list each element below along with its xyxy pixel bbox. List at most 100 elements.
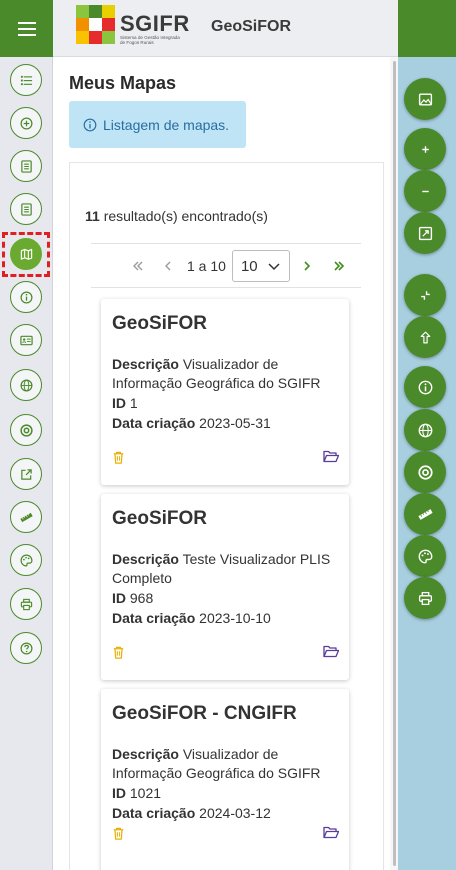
next-page-button[interactable] — [296, 255, 318, 277]
help-icon — [20, 642, 32, 654]
zoom-in-button[interactable] — [404, 128, 446, 170]
folder-open-icon[interactable] — [323, 826, 339, 839]
divider — [91, 243, 361, 244]
last-page-button[interactable] — [328, 255, 350, 277]
map-card-title: GeoSiFOR — [112, 508, 208, 529]
trash-icon[interactable] — [111, 645, 126, 660]
folder-open-icon[interactable] — [323, 645, 339, 658]
chevron-down-icon — [268, 263, 280, 271]
page-range: 1 a 10 — [187, 258, 226, 274]
date-label: Data criação — [112, 805, 196, 821]
sidebar-item-print[interactable] — [10, 588, 42, 620]
collapse-button[interactable] — [404, 274, 446, 316]
id-label: ID — [112, 395, 126, 411]
sidebar-item-document[interactable] — [10, 150, 42, 182]
fit-extent-button[interactable] — [404, 212, 446, 254]
app-title: GeoSiFOR — [211, 18, 292, 35]
logo-mark-icon — [76, 5, 116, 45]
globe-button[interactable] — [404, 409, 446, 451]
map-card[interactable]: GeoSiFOR Descrição Teste Visualizador PL… — [101, 494, 349, 680]
zoom-in-icon — [421, 145, 429, 153]
info-icon — [83, 118, 97, 131]
sidebar-item-external[interactable] — [10, 458, 42, 490]
map-date: 2023-10-10 — [199, 610, 271, 626]
globe-icon — [20, 379, 32, 391]
id-card-icon — [19, 335, 33, 345]
zoom-out-icon — [421, 190, 429, 192]
sidebar-item-list[interactable] — [10, 64, 42, 96]
page-size-select[interactable]: 10 — [231, 250, 290, 282]
logo-subtitle: Sistema de Gestão Integrada de Fogos Rur… — [120, 35, 180, 45]
description-label: Descrição — [112, 746, 179, 762]
left-sidebar — [0, 57, 53, 870]
palette-icon — [418, 549, 432, 563]
sidebar-item-info[interactable] — [10, 281, 42, 313]
info-icon — [418, 380, 432, 394]
trash-icon[interactable] — [111, 450, 126, 465]
pagination: 1 a 10 10 — [127, 249, 350, 283]
page-size-value: 10 — [240, 257, 258, 275]
description-label: Descrição — [112, 356, 179, 372]
map-id: 1 — [129, 395, 138, 411]
date-label: Data criação — [112, 415, 196, 431]
main-panel: Meus Mapas Listagem de mapas. 11 resulta… — [53, 57, 398, 870]
target-button[interactable] — [404, 451, 446, 493]
sidebar-item-palette[interactable] — [10, 544, 42, 576]
fit-extent-icon — [418, 226, 432, 240]
zoom-out-button[interactable] — [404, 170, 446, 212]
chevron-left-icon — [165, 261, 171, 271]
document-icon — [20, 159, 32, 173]
map-card[interactable]: GeoSiFOR Descrição Visualizador de Infor… — [101, 299, 349, 485]
prev-page-button[interactable] — [157, 255, 179, 277]
print-icon — [20, 598, 32, 610]
print-button[interactable] — [404, 577, 446, 619]
sidebar-item-globe[interactable] — [10, 369, 42, 401]
id-label: ID — [112, 785, 126, 801]
page-title: Meus Mapas — [69, 73, 177, 93]
arrow-up-icon — [420, 331, 430, 343]
sidebar-item-ruler[interactable] — [10, 501, 42, 533]
info-alert: Listagem de mapas. — [69, 101, 246, 148]
image-button[interactable] — [404, 78, 446, 120]
sidebar-item-target[interactable] — [10, 414, 42, 446]
map-card-title: GeoSiFOR - CNGIFR — [112, 703, 297, 724]
result-count-number: 11 — [85, 208, 100, 224]
external-link-icon — [20, 468, 32, 480]
trash-icon[interactable] — [111, 826, 126, 841]
palette-button[interactable] — [404, 535, 446, 577]
info-button[interactable] — [404, 366, 446, 408]
globe-icon — [418, 423, 432, 437]
logo-text: SGIFR — [120, 11, 190, 36]
ruler-button[interactable] — [404, 493, 446, 535]
result-count: 11 resultado(s) encontrado(s) — [85, 208, 268, 224]
folder-open-icon[interactable] — [323, 450, 339, 463]
right-top-bar — [398, 0, 456, 57]
map-date: 2024-03-12 — [199, 805, 271, 821]
map-id: 1021 — [129, 785, 162, 801]
palette-icon — [20, 554, 32, 566]
divider — [91, 287, 361, 288]
sidebar-item-add[interactable] — [10, 107, 42, 139]
ruler-icon — [417, 508, 433, 520]
double-chevron-right-icon — [334, 261, 345, 271]
sidebar-item-help[interactable] — [10, 632, 42, 664]
top-bar: SGIFR Sistema de Gestão Integrada de Fog… — [53, 0, 398, 57]
active-item-highlight — [2, 232, 50, 277]
menu-button[interactable] — [0, 0, 53, 57]
scrollbar[interactable] — [390, 57, 398, 870]
scrollbar-thumb[interactable] — [393, 61, 396, 866]
map-date: 2023-05-31 — [199, 415, 271, 431]
collapse-icon — [420, 290, 430, 300]
list-icon — [20, 75, 32, 85]
chevron-right-icon — [304, 261, 311, 271]
map-card[interactable]: GeoSiFOR - CNGIFR Descrição Visualizador… — [101, 689, 349, 870]
sidebar-item-document-2[interactable] — [10, 193, 42, 225]
plus-circle-icon — [20, 117, 32, 129]
arrow-up-button[interactable] — [404, 316, 446, 358]
sidebar-item-contact-card[interactable] — [10, 324, 42, 356]
right-toolbar — [398, 57, 456, 870]
first-page-button[interactable] — [127, 255, 149, 277]
map-id: 968 — [129, 590, 154, 606]
sgifr-logo: SGIFR Sistema de Gestão Integrada de Fog… — [76, 5, 189, 50]
document-icon — [20, 202, 32, 216]
